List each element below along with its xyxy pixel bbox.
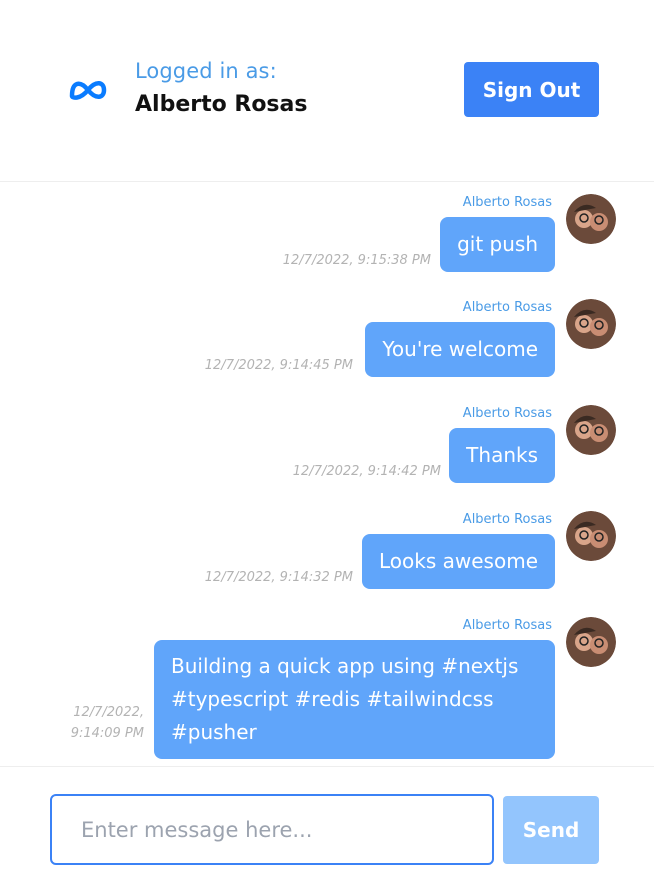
message-sender: Alberto Rosas xyxy=(462,406,552,421)
logged-in-label: Logged in as: xyxy=(135,59,277,83)
avatar xyxy=(566,617,616,667)
message-timestamp: 12/7/2022, 9:14:09 PM xyxy=(70,705,144,741)
message-timestamp: 12/7/2022, 9:14:42 PM xyxy=(292,464,441,479)
send-button[interactable]: Send xyxy=(503,796,599,864)
message-timestamp: 12/7/2022, 9:14:32 PM xyxy=(204,570,353,585)
current-user-name: Alberto Rosas xyxy=(135,92,308,117)
message-bubble: git push xyxy=(440,217,555,272)
message-bubble: Thanks xyxy=(449,428,555,483)
sign-out-button[interactable]: Sign Out xyxy=(464,62,599,117)
message-sender: Alberto Rosas xyxy=(462,195,552,210)
message-sender: Alberto Rosas xyxy=(462,618,552,633)
message-bubble: You're welcome xyxy=(365,322,555,377)
message-input[interactable] xyxy=(50,794,494,865)
avatar xyxy=(566,299,616,349)
message-bubble: Building a quick app using #nextjs #type… xyxy=(154,640,555,759)
meta-logo-icon xyxy=(69,81,107,100)
message-sender: Alberto Rosas xyxy=(462,300,552,315)
avatar xyxy=(566,194,616,244)
message-timestamp: 12/7/2022, 9:14:45 PM xyxy=(204,358,353,373)
message-sender: Alberto Rosas xyxy=(462,512,552,527)
app-header: Logged in as: Alberto Rosas Sign Out xyxy=(0,0,654,182)
avatar xyxy=(566,405,616,455)
message-bubble: Looks awesome xyxy=(362,534,555,589)
message-timestamp: 12/7/2022, 9:15:38 PM xyxy=(282,253,431,268)
message-list[interactable]: Alberto Rosas git push 12/7/2022, 9:15:3… xyxy=(0,183,654,766)
avatar xyxy=(566,511,616,561)
message-composer: Send xyxy=(0,766,654,888)
